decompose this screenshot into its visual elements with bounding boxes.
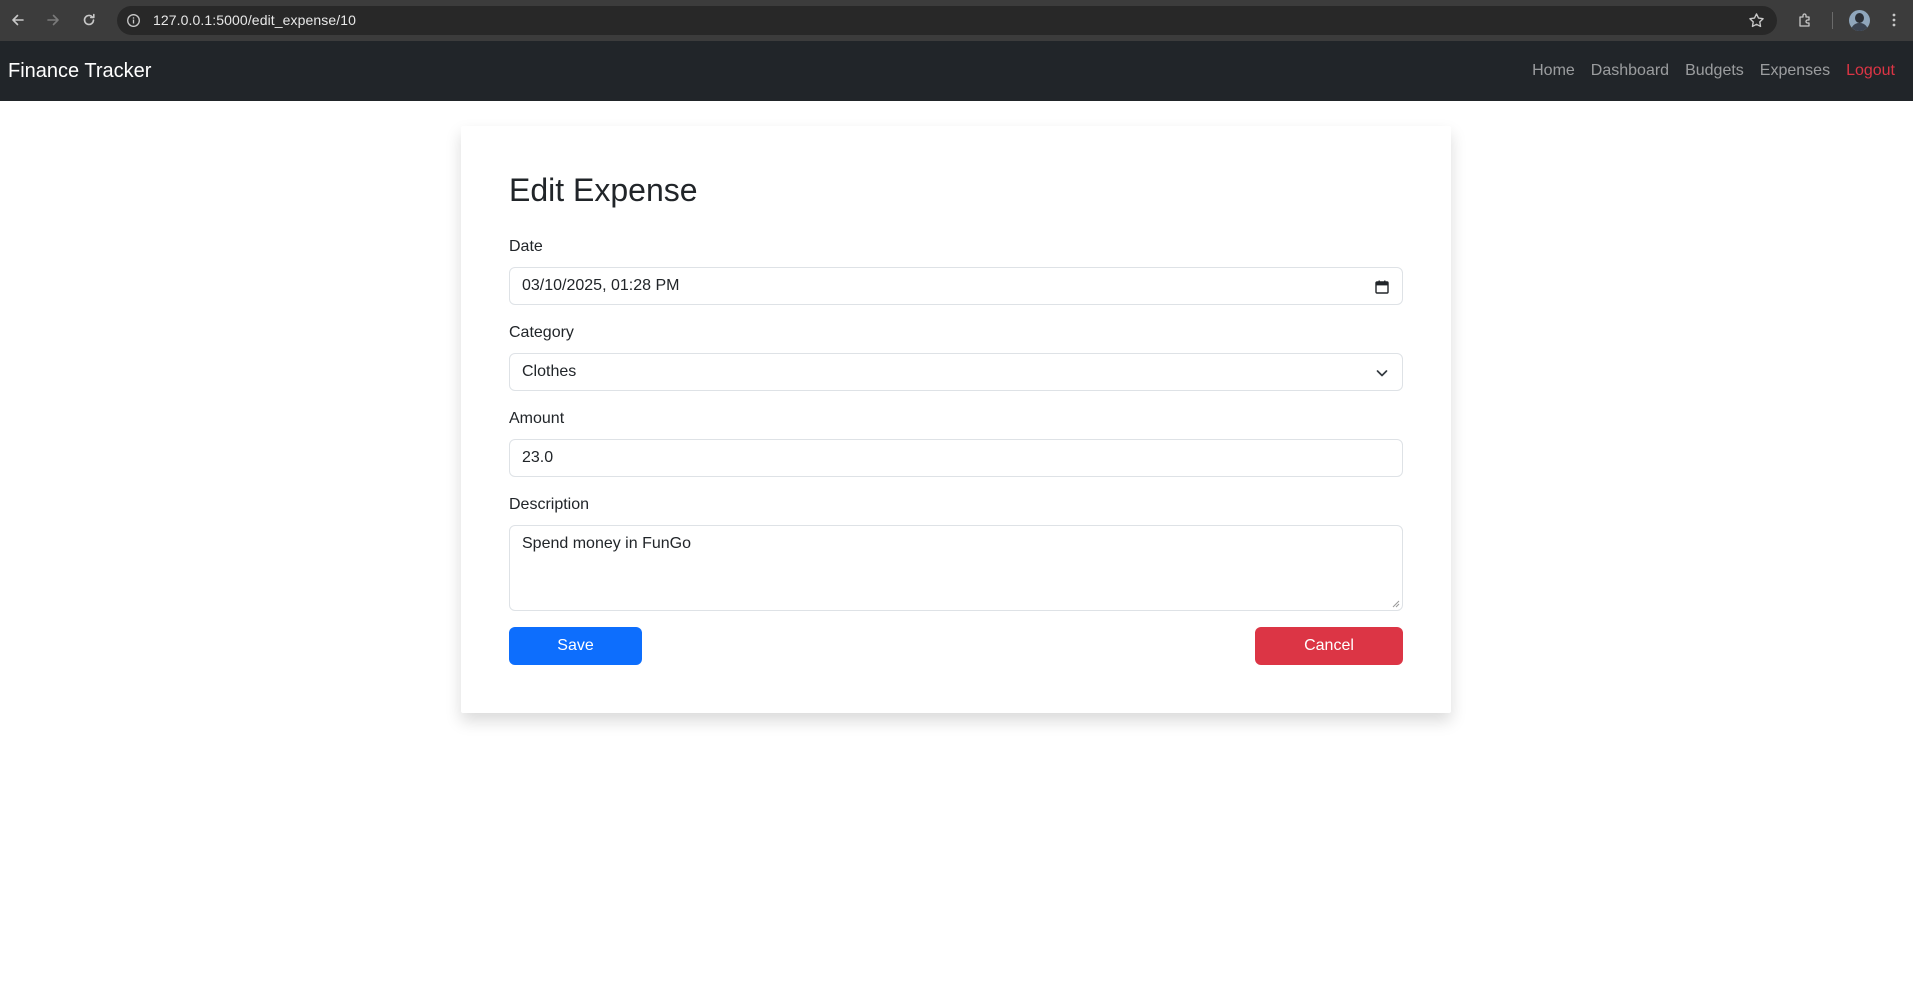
amount-value: 23.0 bbox=[522, 449, 554, 466]
back-arrow-icon[interactable] bbox=[7, 9, 29, 31]
amount-label: Amount bbox=[509, 410, 565, 427]
category-label: Category bbox=[509, 324, 574, 341]
date-label: Date bbox=[509, 238, 543, 255]
nav-links: Home Dashboard Budgets Expenses Logout bbox=[1532, 62, 1895, 80]
date-field[interactable]: 03/10/2025, 01:28 PM bbox=[509, 267, 1403, 305]
category-select[interactable]: Clothes bbox=[509, 353, 1403, 391]
calendar-icon[interactable] bbox=[1374, 279, 1390, 295]
puzzle-icon[interactable] bbox=[1794, 9, 1816, 31]
date-value: 03/10/2025, 01:28 PM bbox=[522, 277, 680, 294]
kebab-menu-icon[interactable] bbox=[1883, 9, 1905, 31]
description-textarea[interactable]: Spend money in FunGo bbox=[509, 525, 1403, 611]
nav-link-home[interactable]: Home bbox=[1532, 62, 1575, 80]
avatar[interactable] bbox=[1849, 10, 1870, 31]
nav-link-budgets[interactable]: Budgets bbox=[1685, 62, 1744, 80]
cancel-button[interactable]: Cancel bbox=[1255, 627, 1403, 665]
reload-icon[interactable] bbox=[78, 9, 100, 31]
nav-link-dashboard[interactable]: Dashboard bbox=[1591, 62, 1669, 80]
save-button[interactable]: Save bbox=[509, 627, 642, 665]
page-title: Edit Expense bbox=[509, 172, 698, 208]
star-icon[interactable] bbox=[1748, 12, 1765, 29]
address-bar[interactable]: 127.0.0.1:5000/edit_expense/10 bbox=[117, 6, 1777, 35]
nav-link-logout[interactable]: Logout bbox=[1846, 62, 1895, 80]
chevron-down-icon bbox=[1376, 370, 1388, 377]
forward-arrow-icon[interactable] bbox=[42, 9, 64, 31]
amount-field[interactable]: 23.0 bbox=[509, 439, 1403, 477]
edit-expense-card: Edit Expense Date 03/10/2025, 01:28 PM C… bbox=[461, 126, 1451, 713]
browser-toolbar: 127.0.0.1:5000/edit_expense/10 bbox=[0, 0, 1913, 41]
navbar: Finance Tracker Home Dashboard Budgets E… bbox=[0, 41, 1913, 101]
toolbar-divider bbox=[1832, 12, 1833, 29]
info-icon[interactable] bbox=[126, 13, 141, 28]
url-text[interactable]: 127.0.0.1:5000/edit_expense/10 bbox=[153, 12, 356, 28]
description-value: Spend money in FunGo bbox=[522, 535, 691, 552]
resize-handle-icon[interactable] bbox=[1391, 599, 1400, 608]
category-value: Clothes bbox=[522, 363, 577, 380]
brand-link[interactable]: Finance Tracker bbox=[8, 60, 151, 83]
nav-link-expenses[interactable]: Expenses bbox=[1760, 62, 1830, 80]
description-label: Description bbox=[509, 496, 590, 513]
